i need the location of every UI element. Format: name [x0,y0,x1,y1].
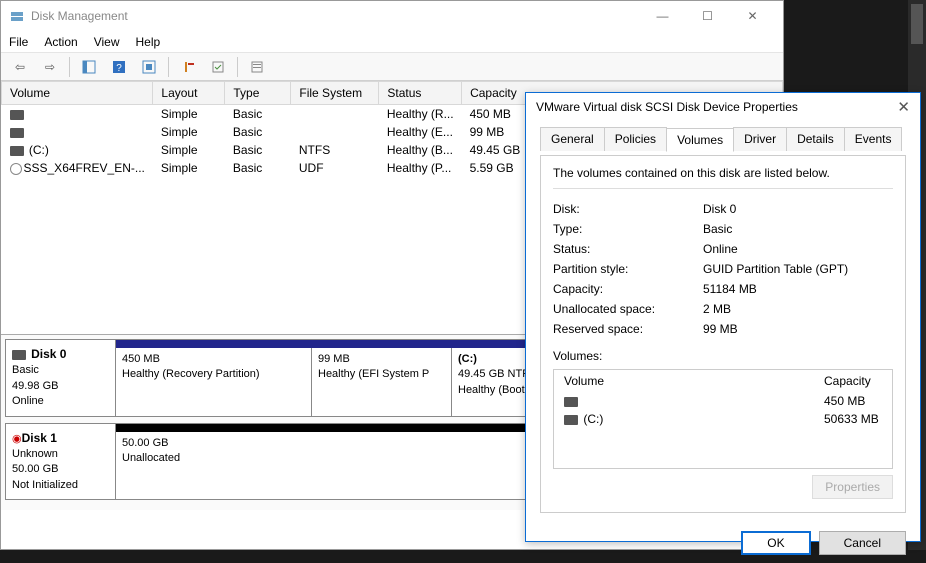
dialog-titlebar: VMware Virtual disk SCSI Disk Device Pro… [526,93,920,121]
tab-details[interactable]: Details [786,127,845,151]
volume-icon [10,128,24,138]
partition-box[interactable]: 99 MB Healthy (EFI System P [311,348,451,416]
settings-icon[interactable] [246,56,268,78]
menubar: File Action View Help [1,31,783,53]
volumes-list-box: Volume Capacity 450 MB (C:) 50633 MB [553,369,893,469]
volume-list-item[interactable]: 450 MB [554,392,892,410]
menu-file[interactable]: File [9,35,28,49]
volume-icon [564,415,578,425]
svg-text:?: ? [116,63,122,74]
cd-icon [10,163,22,175]
tab-strip: General Policies Volumes Driver Details … [540,127,906,151]
tab-volumes[interactable]: Volumes [666,128,734,152]
refresh-icon[interactable] [138,56,160,78]
properties-icon[interactable] [207,56,229,78]
disk-properties-dialog: VMware Virtual disk SCSI Disk Device Pro… [525,92,921,542]
volume-icon [10,110,24,120]
disk-icon [12,350,26,360]
tab-driver[interactable]: Driver [733,127,787,151]
partition-box[interactable]: 450 MB Healthy (Recovery Partition) [116,348,311,416]
tab-panel-volumes: The volumes contained on this disk are l… [540,155,906,513]
vol-col-volume[interactable]: Volume [564,374,824,388]
action-icon[interactable] [177,56,199,78]
disk-label: Disk 0 Basic 49.98 GB Online [6,340,116,416]
volumes-label: Volumes: [553,349,893,363]
menu-help[interactable]: Help [136,35,161,49]
disk-error-icon: ◉ [12,433,22,445]
menu-action[interactable]: Action [44,35,77,49]
toolbar: ⇦ ⇨ ? [1,53,783,81]
volume-list-item[interactable]: (C:) 50633 MB [554,410,892,428]
dialog-close-icon[interactable]: ✕ [897,98,910,116]
forward-icon[interactable]: ⇨ [39,56,61,78]
volume-properties-button: Properties [812,475,893,499]
maximize-button[interactable]: ☐ [685,2,730,30]
panel-description: The volumes contained on this disk are l… [553,166,893,189]
col-filesystem[interactable]: File System [291,82,379,105]
disk-label: ◉Disk 1 Unknown 50.00 GB Not Initialized [6,424,116,500]
tab-policies[interactable]: Policies [604,127,667,151]
col-status[interactable]: Status [379,82,462,105]
volume-icon [10,146,24,156]
tab-general[interactable]: General [540,127,605,151]
col-volume[interactable]: Volume [2,82,153,105]
titlebar: Disk Management — ☐ ✕ [1,1,783,31]
window-title: Disk Management [31,9,640,23]
back-icon[interactable]: ⇦ [9,56,31,78]
ok-button[interactable]: OK [741,531,810,555]
col-type[interactable]: Type [225,82,291,105]
app-icon [9,8,25,24]
col-layout[interactable]: Layout [153,82,225,105]
cancel-button[interactable]: Cancel [819,531,906,555]
volume-icon [564,397,578,407]
minimize-button[interactable]: — [640,2,685,30]
dialog-title: VMware Virtual disk SCSI Disk Device Pro… [536,100,798,114]
menu-view[interactable]: View [94,35,120,49]
close-button[interactable]: ✕ [730,2,775,30]
show-hide-icon[interactable] [78,56,100,78]
tab-events[interactable]: Events [844,127,903,151]
vol-col-capacity[interactable]: Capacity [824,374,871,388]
help-icon[interactable]: ? [108,56,130,78]
